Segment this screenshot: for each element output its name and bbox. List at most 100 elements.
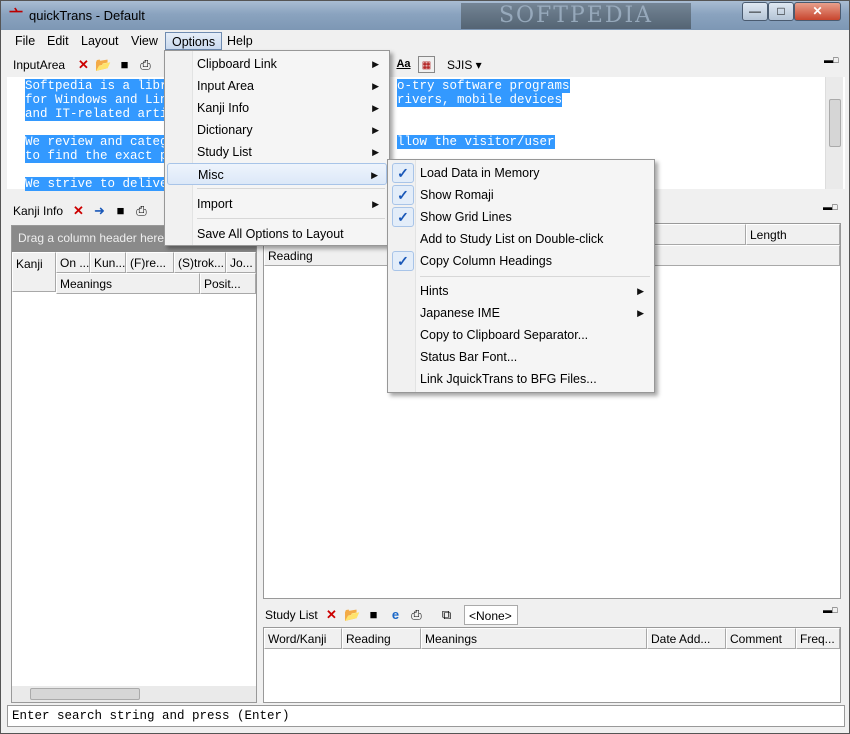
menu-item-copy-column-headings[interactable]: ✓ Copy Column Headings [390,250,652,272]
font-icon[interactable]: Aa [395,56,412,73]
save-icon[interactable]: ■ [116,56,133,73]
study-list-grid[interactable]: Word/Kanji Reading Meanings Date Add... … [263,627,841,703]
copy-icon[interactable]: ⧉ [438,606,455,623]
menu-view[interactable]: View [125,32,164,50]
window-title: quickTrans - Default [29,8,145,23]
menu-item-input-area[interactable]: Input Area ▶ [167,75,387,97]
study-col-comment[interactable]: Comment [726,628,796,649]
dict-pane-maximize-icon[interactable]: □ [832,203,837,212]
input-line-6: to find the exact pro [25,149,183,163]
dict-pane-minimize-icon[interactable]: ▬ [823,203,832,212]
print-icon[interactable]: ⎙ [137,56,154,73]
menu-item-label: Dictionary [197,123,253,137]
menu-item-save-all-options[interactable]: Save All Options to Layout [167,223,387,245]
kanji-hscrollbar[interactable] [12,686,256,702]
clear-icon[interactable]: ✕ [70,202,87,219]
input-line-5-right: llow the visitor/user [397,135,555,149]
menu-file[interactable]: File [9,32,41,50]
submenu-arrow-icon: ▶ [372,103,379,113]
minimize-button[interactable]: — [742,2,768,21]
checkmark-icon: ✓ [392,251,414,271]
menu-item-kanji-info[interactable]: Kanji Info ▶ [167,97,387,119]
kanji-info-label: Kanji Info [13,204,64,218]
study-list-toolbar: Study List ✕ 📂 ■ e ⎙ ⧉ <None> ▬ □ [263,603,843,627]
submenu-arrow-icon: ▶ [372,147,379,157]
menu-item-show-romaji[interactable]: ✓ Show Romaji [390,184,652,206]
study-pane-maximize-icon[interactable]: □ [832,606,837,615]
save-icon[interactable]: ■ [112,202,129,219]
menu-help[interactable]: Help [221,32,259,50]
input-line-2-right: rivers, mobile devices [397,93,563,107]
menu-item-study-list[interactable]: Study List ▶ [167,141,387,163]
study-list-dropdown[interactable]: <None> [464,605,518,625]
menu-item-hints[interactable]: Hints ▶ [390,280,652,302]
open-folder-icon[interactable]: 📂 [344,606,361,623]
clear-icon[interactable]: ✕ [75,56,92,73]
study-col-word[interactable]: Word/Kanji [264,628,342,649]
save-icon[interactable]: ■ [365,606,382,623]
checkmark-icon: ✓ [392,163,414,183]
menu-item-label: Show Grid Lines [420,210,512,224]
col-kanji[interactable]: Kanji [12,252,56,292]
input-scrollbar[interactable] [825,77,843,189]
pane-minimize-icon[interactable]: ▬ [824,56,833,65]
menu-item-label: Misc [198,168,224,182]
menu-item-show-grid-lines[interactable]: ✓ Show Grid Lines [390,206,652,228]
study-col-reading[interactable]: Reading [342,628,421,649]
study-col-date-added[interactable]: Date Add... [647,628,726,649]
col-on[interactable]: On ... [56,252,90,273]
search-input[interactable]: Enter search string and press (Enter) [7,705,845,727]
menu-layout[interactable]: Layout [75,32,125,50]
menu-item-load-data-in-memory[interactable]: ✓ Load Data in Memory [390,162,652,184]
print-icon[interactable]: ⎙ [408,606,425,623]
menu-separator [197,188,385,189]
menu-edit[interactable]: Edit [41,32,75,50]
kanji-info-grid[interactable]: Drag a column header here Kanji On ... K… [11,225,257,703]
col-jouyou[interactable]: Jo... [226,252,256,273]
menu-item-label: Input Area [197,79,254,93]
menu-item-import[interactable]: Import ▶ [167,193,387,215]
menu-item-dictionary[interactable]: Dictionary ▶ [167,119,387,141]
menu-item-add-to-study-list[interactable]: Add to Study List on Double-click [390,228,652,250]
kanji-hscroll-thumb[interactable] [30,688,140,700]
menu-item-label: Show Romaji [420,188,494,202]
menu-bar: File Edit Layout View Options Help [7,31,845,51]
menu-item-label: Save All Options to Layout [197,227,344,241]
options-menu: Clipboard Link ▶ Input Area ▶ Kanji Info ▶ … [164,50,390,246]
lookup-icon[interactable]: ➜ [91,202,108,219]
misc-submenu: ✓ Load Data in Memory ✓ Show Romaji ✓ Show … [387,159,655,393]
menu-item-japanese-ime[interactable]: Japanese IME ▶ [390,302,652,324]
maximize-button[interactable]: □ [768,2,794,21]
print-icon[interactable]: ⎙ [133,202,150,219]
menu-item-status-bar-font[interactable]: Status Bar Font... [390,346,652,368]
app-icon[interactable]: 亠 [9,7,23,23]
submenu-arrow-icon: ▶ [637,286,644,296]
col-meanings[interactable]: Meanings [56,273,200,294]
close-button[interactable]: ✕ [794,2,841,21]
input-line-1: Softpedia is a libra [25,79,176,93]
clear-icon[interactable]: ✕ [323,606,340,623]
menu-item-misc[interactable]: Misc ▶ [167,163,387,185]
menu-item-clipboard-separator[interactable]: Copy to Clipboard Separator... [390,324,652,346]
internet-explorer-icon[interactable]: e [387,606,404,623]
open-folder-icon[interactable]: 📂 [95,56,112,73]
col-frequency[interactable]: (F)re... [126,252,174,273]
encoding-value: SJIS [447,58,473,72]
encoding-select[interactable]: SJIS ▾ [447,58,482,72]
menu-item-link-bfg-files[interactable]: Link JquickTrans to BFG Files... [390,368,652,390]
study-pane-minimize-icon[interactable]: ▬ [823,606,832,615]
title-bar[interactable]: 亠 quickTrans - Default SOFTPEDIA — □ ✕ [1,1,849,30]
menu-item-clipboard-link[interactable]: Clipboard Link ▶ [167,53,387,75]
submenu-arrow-icon: ▶ [371,170,378,180]
checkmark-icon: ✓ [392,207,414,227]
study-col-meanings[interactable]: Meanings [421,628,647,649]
input-scroll-thumb[interactable] [829,99,841,147]
pane-maximize-icon[interactable]: □ [833,56,838,65]
kanji-table-icon[interactable]: ▦ [418,56,435,73]
menu-options[interactable]: Options [165,32,223,50]
study-col-frequency[interactable]: Freq... [796,628,840,649]
dict-col-length[interactable]: Length [746,224,840,245]
col-strokes[interactable]: (S)trok... [174,252,226,273]
col-kun[interactable]: Kun... [90,252,126,273]
col-position[interactable]: Posit... [200,273,256,294]
